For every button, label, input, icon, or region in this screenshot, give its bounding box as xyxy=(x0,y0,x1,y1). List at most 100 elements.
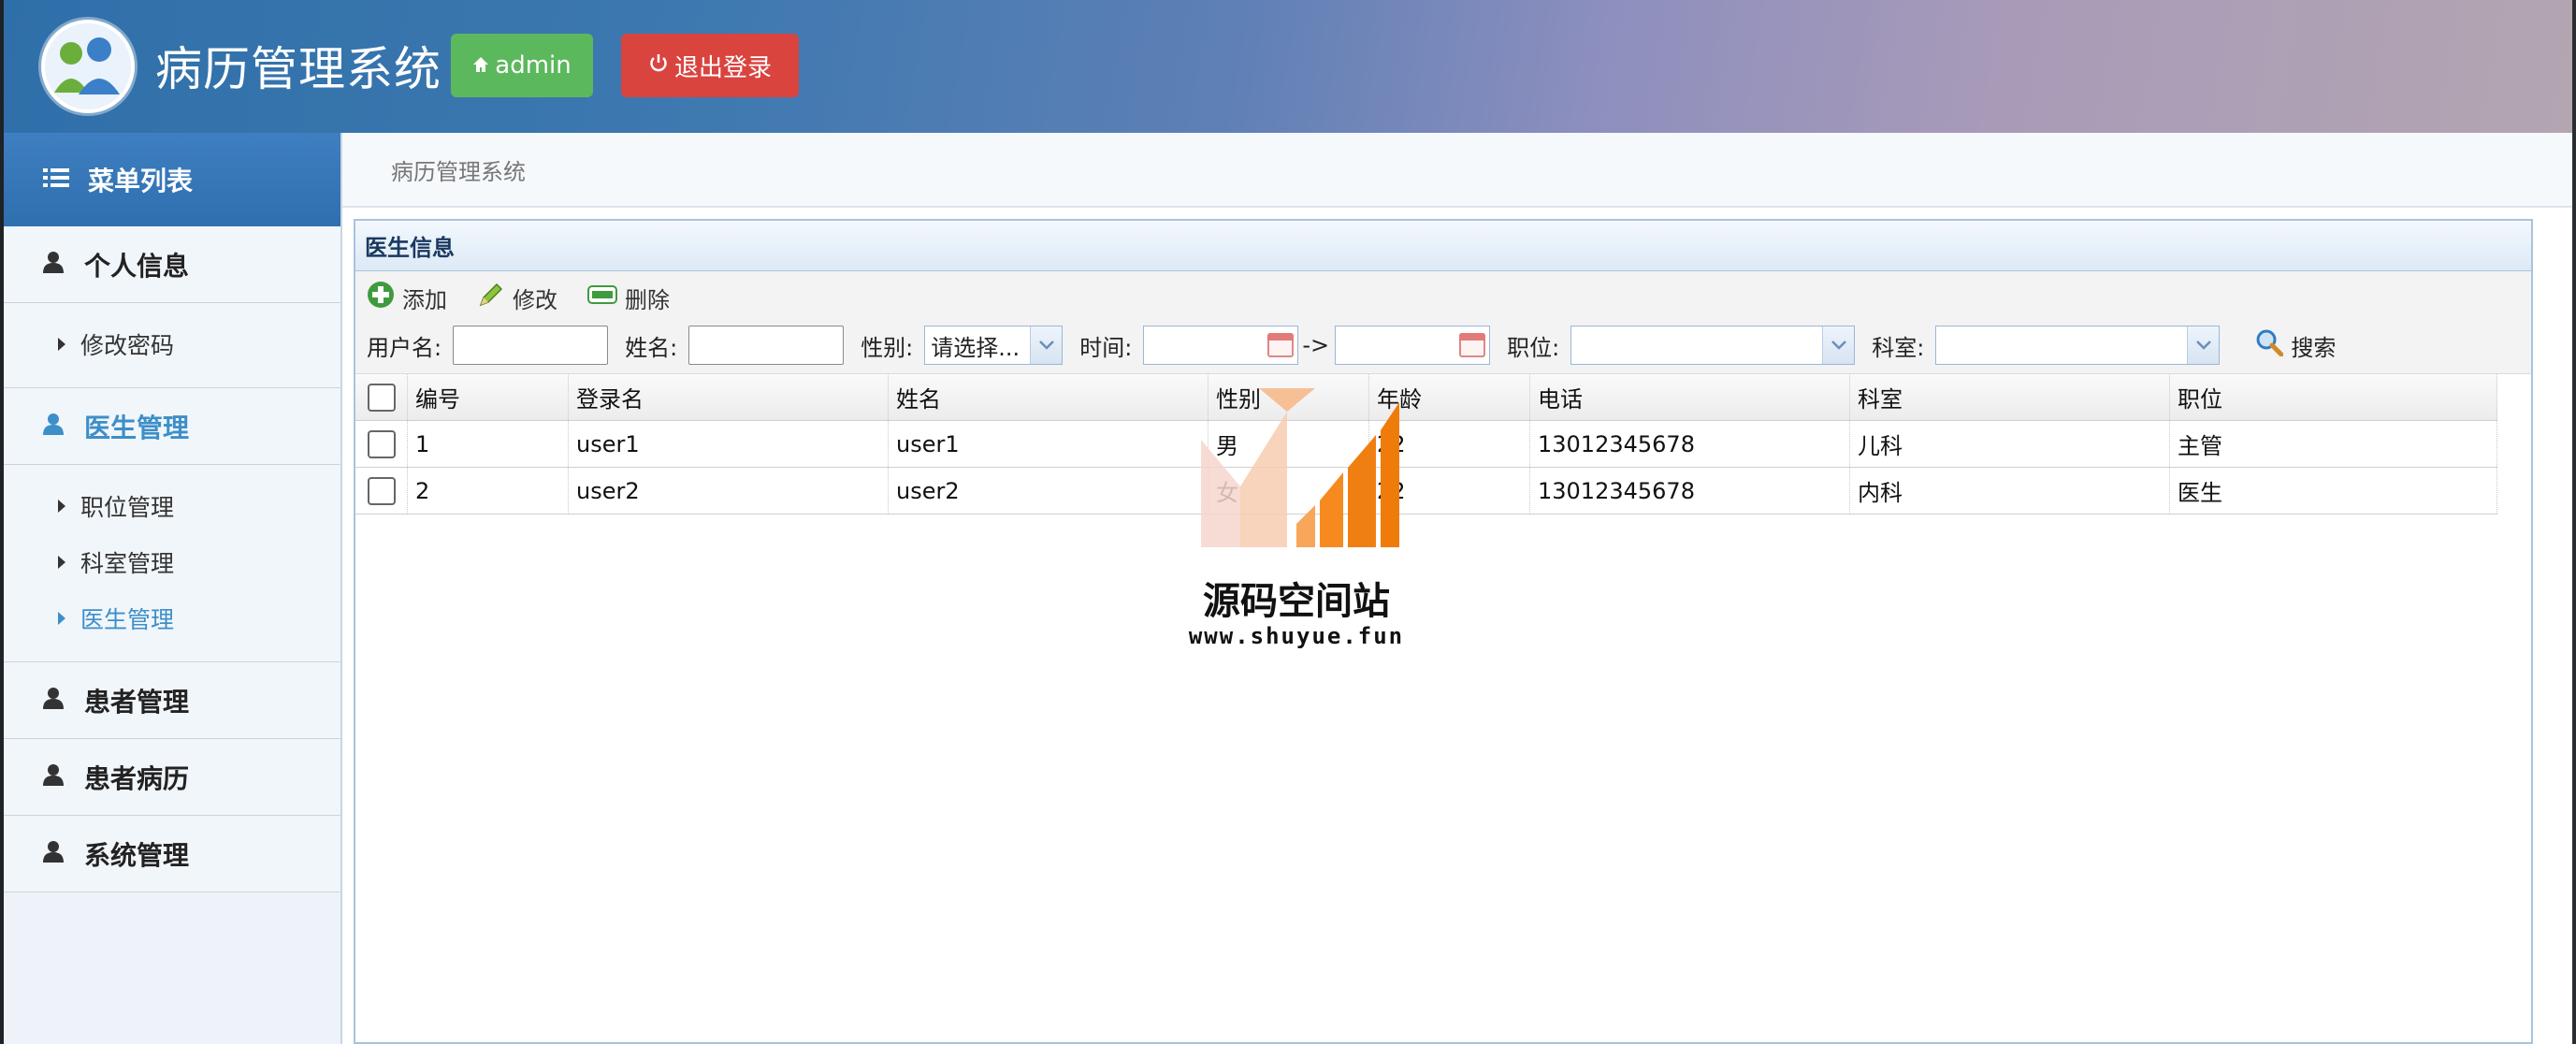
logout-label: 退出登录 xyxy=(673,53,772,82)
cell-id: 2 xyxy=(408,468,569,514)
menu-header: 菜单列表 xyxy=(4,133,340,226)
chevron-down-icon xyxy=(1822,326,1855,364)
add-button[interactable]: 添加 xyxy=(367,281,447,314)
menu-item-label: 科室管理 xyxy=(80,550,175,577)
column-header-login-name[interactable]: 登录名 xyxy=(569,374,889,420)
pencil-icon xyxy=(477,281,505,314)
user-icon xyxy=(43,411,64,442)
menu-item-label: 职位管理 xyxy=(80,494,175,521)
select-all-cell xyxy=(355,374,408,420)
user-icon xyxy=(43,838,64,869)
department-select[interactable] xyxy=(1935,326,2221,365)
home-icon xyxy=(472,51,489,80)
search-button[interactable]: 搜索 xyxy=(2255,328,2336,362)
caret-right-icon xyxy=(58,556,65,569)
cell-phone: 13012345678 xyxy=(1530,421,1850,467)
window-edge xyxy=(2572,0,2576,1044)
menu-group-patient-management[interactable]: 患者管理 xyxy=(4,662,340,739)
menu-group-doctor-management[interactable]: 医生管理 xyxy=(4,388,340,465)
user-icon xyxy=(43,761,64,792)
name-input[interactable] xyxy=(688,326,845,365)
user-icon xyxy=(43,249,64,280)
row-checkbox[interactable] xyxy=(367,476,396,505)
minus-icon xyxy=(587,283,617,312)
position-select[interactable] xyxy=(1570,326,1856,365)
department-label: 科室: xyxy=(1872,334,1925,361)
end-date-input[interactable] xyxy=(1335,326,1491,365)
table-row[interactable]: 2 user2 user2 女 22 13012345678 内科 医生 xyxy=(355,468,2497,515)
cell-department: 儿科 xyxy=(1850,421,2170,467)
table-row[interactable]: 1 user1 user1 男 22 13012345678 儿科 主管 xyxy=(355,421,2497,468)
start-date-input[interactable] xyxy=(1143,326,1299,365)
time-label: 时间: xyxy=(1079,334,1133,361)
breadcrumb: 病历管理系统 xyxy=(342,133,2572,208)
menu-item-department-management[interactable]: 科室管理 xyxy=(4,534,340,590)
doctor-table: 编号 登录名 姓名 性别 年龄 电话 科室 职位 1 user1 user1 男… xyxy=(355,374,2497,515)
cell-login-name: user2 xyxy=(569,468,889,514)
menu-item-doctor-management[interactable]: 医生管理 xyxy=(4,590,340,646)
cell-name: user2 xyxy=(889,468,1208,514)
panel-title: 医生信息 xyxy=(355,221,2531,271)
edit-label: 修改 xyxy=(513,286,557,313)
column-header-id[interactable]: 编号 xyxy=(408,374,569,420)
submenu-personal-info: 修改密码 xyxy=(4,303,340,388)
menu-group-label: 个人信息 xyxy=(84,250,190,282)
menu-group-label: 医生管理 xyxy=(84,412,190,443)
caret-right-icon xyxy=(58,500,65,513)
menu-item-position-management[interactable]: 职位管理 xyxy=(4,478,340,534)
menu-group-system-management[interactable]: 系统管理 xyxy=(4,816,340,892)
menu-group-personal-info[interactable]: 个人信息 xyxy=(4,226,340,303)
edit-button[interactable]: 修改 xyxy=(477,281,557,314)
column-header-phone[interactable]: 电话 xyxy=(1530,374,1850,420)
add-label: 添加 xyxy=(402,286,447,313)
app-title: 病历管理系统 xyxy=(155,42,441,96)
chevron-down-icon xyxy=(2187,326,2220,364)
table-header: 编号 登录名 姓名 性别 年龄 电话 科室 职位 xyxy=(355,374,2497,421)
menu-group-label: 患者病历 xyxy=(84,762,190,794)
menu-group-patient-records[interactable]: 患者病历 xyxy=(4,739,340,816)
sidebar: 菜单列表 个人信息 修改密码 医生管理 职位管理 科室管理 医生管理 患者管理 … xyxy=(4,133,342,1044)
gender-label: 性别: xyxy=(861,334,914,361)
cell-name: user1 xyxy=(889,421,1208,467)
gender-select-value: 请选择... xyxy=(931,334,1020,361)
watermark-url: www.shuyue.fun xyxy=(1188,623,1405,649)
username-label: 用户名: xyxy=(367,334,442,361)
column-header-name[interactable]: 姓名 xyxy=(889,374,1208,420)
admin-button[interactable]: admin xyxy=(451,34,593,97)
calendar-icon[interactable] xyxy=(1459,333,1486,357)
menu-group-label: 系统管理 xyxy=(84,839,190,871)
submenu-doctor-management: 职位管理 科室管理 医生管理 xyxy=(4,465,340,662)
range-arrow: -> xyxy=(1302,332,1330,358)
logo-icon xyxy=(41,20,135,113)
list-icon xyxy=(43,165,69,196)
cell-department: 内科 xyxy=(1850,468,2170,514)
watermark-title: 源码空间站 xyxy=(1203,580,1390,623)
cell-phone: 13012345678 xyxy=(1530,468,1850,514)
caret-right-icon xyxy=(58,612,65,625)
user-icon xyxy=(43,685,64,716)
app-window: 病历管理系统 admin 退出登录 菜单列表 个人信息 修改密码 医生管理 职位… xyxy=(4,0,2572,1044)
column-header-position[interactable]: 职位 xyxy=(2170,374,2497,420)
row-checkbox[interactable] xyxy=(367,429,396,458)
cell-login-name: user1 xyxy=(569,421,889,467)
delete-button[interactable]: 删除 xyxy=(587,282,670,314)
menu-item-label: 修改密码 xyxy=(80,332,175,359)
filter-bar: 用户名: 姓名: 性别: 请选择... 时间: -> 职位: 科室: 搜索 xyxy=(367,324,2336,367)
column-header-department[interactable]: 科室 xyxy=(1850,374,2170,420)
row-select-cell xyxy=(355,421,408,467)
logout-button[interactable]: 退出登录 xyxy=(621,34,799,97)
admin-label: admin xyxy=(495,51,572,80)
gender-select[interactable]: 请选择... xyxy=(924,326,1064,365)
power-icon xyxy=(648,51,669,80)
select-all-checkbox[interactable] xyxy=(367,383,396,412)
delete-label: 删除 xyxy=(625,286,670,313)
menu-item-label: 医生管理 xyxy=(80,606,175,633)
calendar-icon[interactable] xyxy=(1267,333,1295,357)
breadcrumb-label: 病历管理系统 xyxy=(391,158,526,185)
cell-id: 1 xyxy=(408,421,569,467)
name-label: 姓名: xyxy=(625,334,678,361)
plus-icon xyxy=(367,281,395,314)
username-input[interactable] xyxy=(453,326,609,365)
menu-item-change-password[interactable]: 修改密码 xyxy=(4,316,340,372)
row-select-cell xyxy=(355,468,408,514)
